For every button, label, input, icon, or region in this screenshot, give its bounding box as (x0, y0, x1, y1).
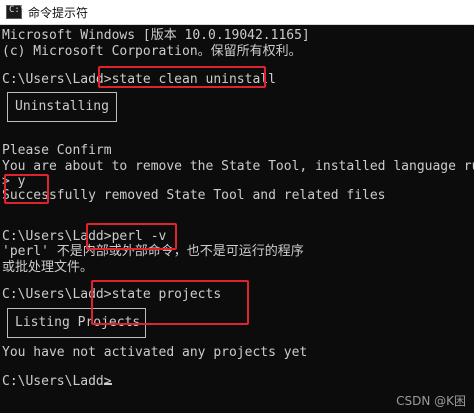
highlight-box (86, 223, 177, 250)
window-title: 命令提示符 (28, 5, 89, 20)
console-line: You have not activated any projects yet (2, 345, 308, 360)
console-line: Successfully removed State Tool and rela… (2, 188, 386, 203)
highlight-box (98, 66, 266, 88)
highlight-box (4, 174, 49, 204)
text-cursor (104, 383, 112, 385)
console-line: (c) Microsoft Corporation。保留所有权利。 (2, 44, 302, 59)
console-line: You are about to remove the State Tool, … (2, 159, 474, 174)
progress-box: Uninstalling (7, 92, 117, 122)
watermark: CSDN @K困 (396, 394, 466, 408)
highlight-box (91, 280, 249, 325)
title-bar[interactable]: C:\ 命令提示符 (0, 0, 474, 25)
terminal-icon: C:\ (6, 5, 25, 19)
console-prompt: C:\Users\Ladd> (2, 374, 112, 389)
console-line: 或批处理文件。 (2, 260, 94, 275)
cmd-window: C:\ 命令提示符 Microsoft Windows [版本 10.0.190… (0, 0, 474, 413)
